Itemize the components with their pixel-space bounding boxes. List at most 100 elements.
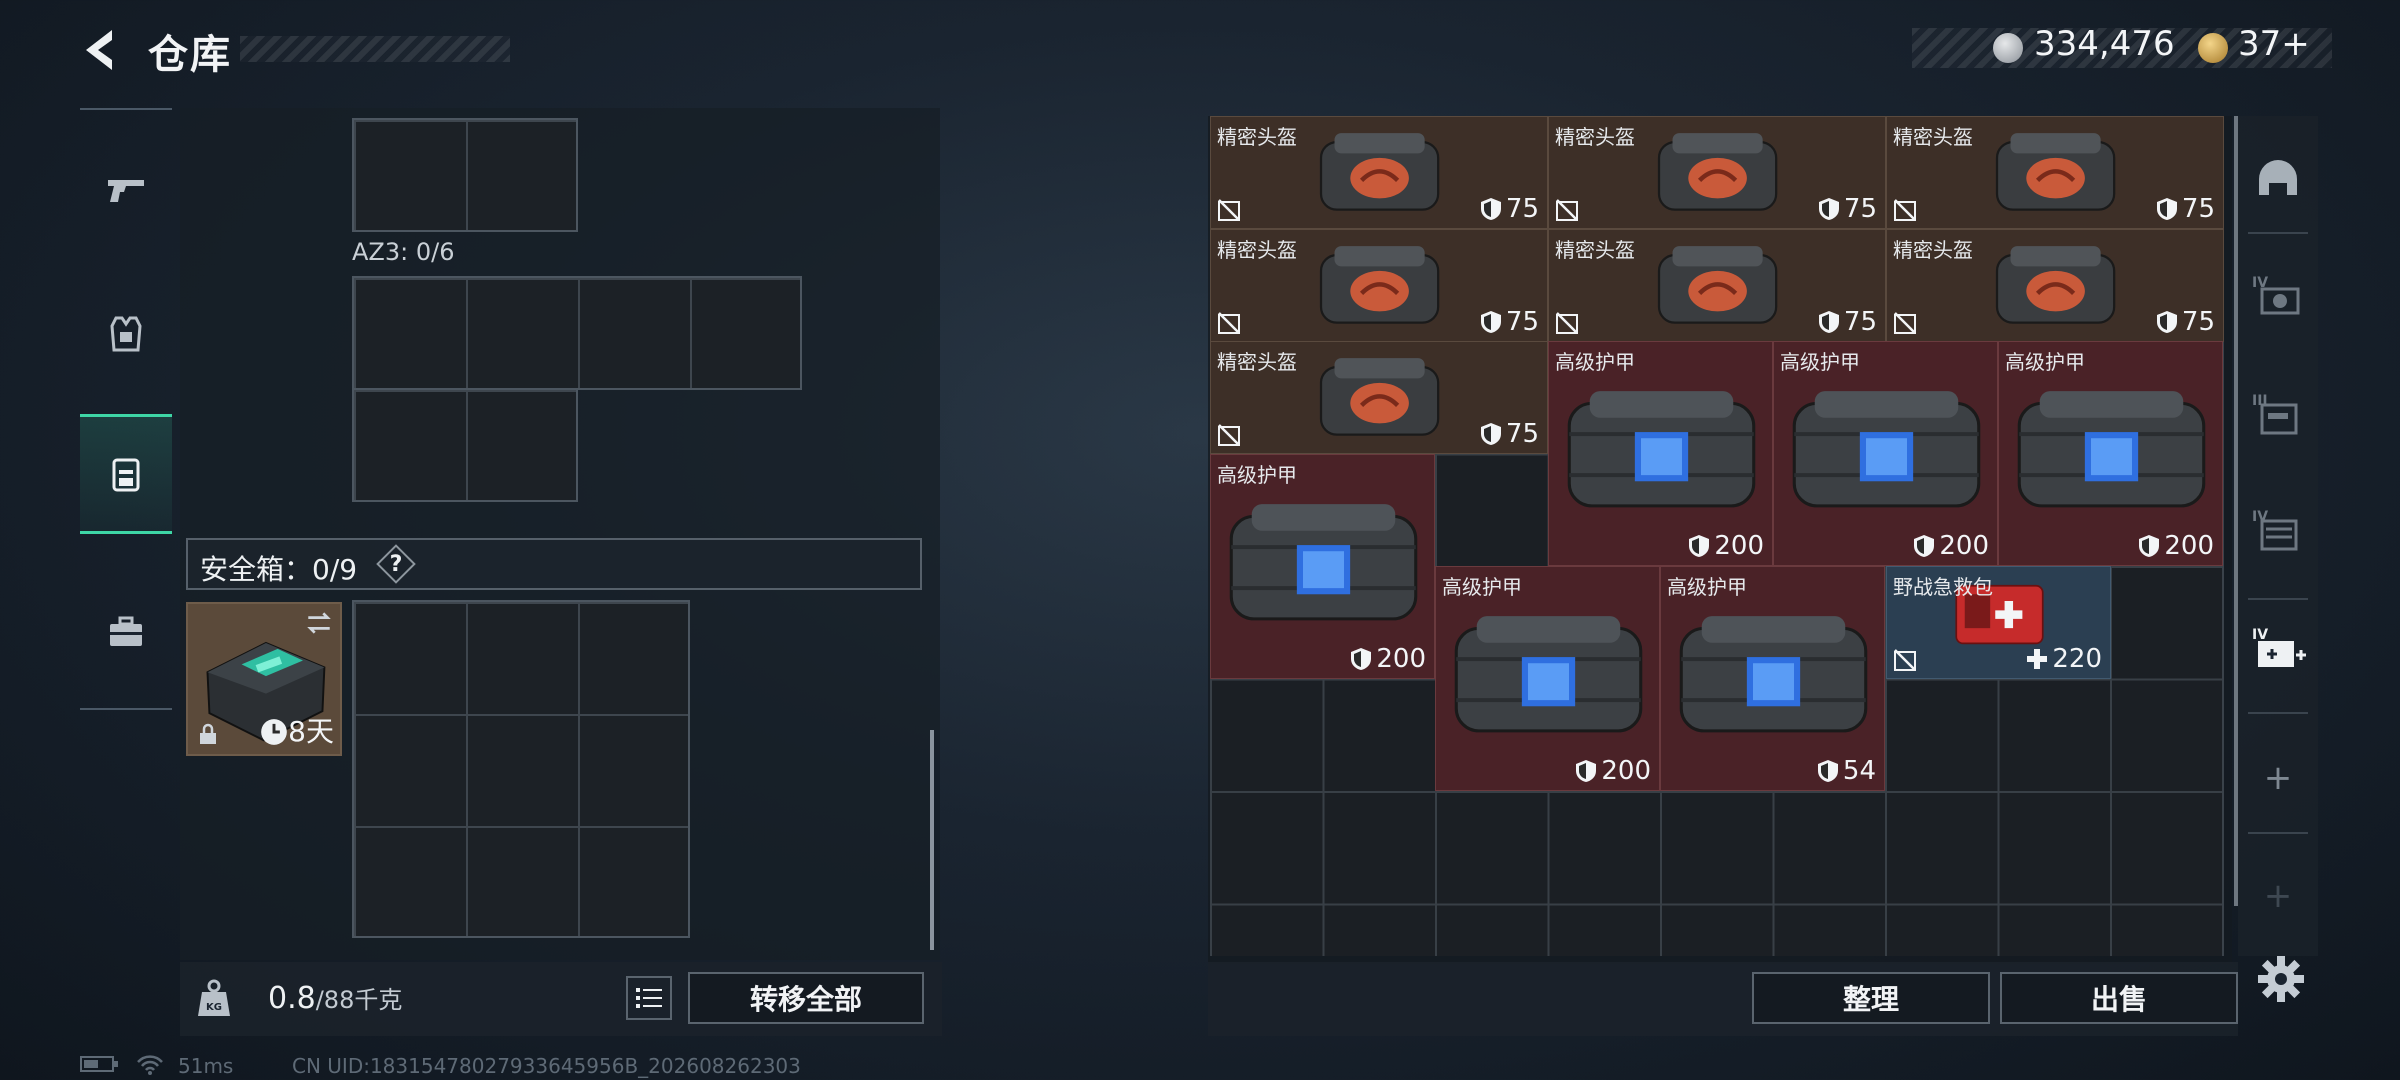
- safe-box-label: 安全箱：0/9: [200, 553, 358, 586]
- ping-readout: 51ms: [178, 1054, 234, 1078]
- item-name: 精密头盔: [1555, 125, 1635, 149]
- item-name: 精密头盔: [1217, 238, 1297, 262]
- case-tier-icon: IV: [2252, 509, 2298, 551]
- shield-icon: [1480, 423, 1501, 445]
- armor-item[interactable]: 高级护甲 200: [1773, 341, 1998, 566]
- helmet-image: [1658, 133, 1778, 211]
- shield-icon: [1480, 198, 1501, 220]
- rail-tier-iv-medkit[interactable]: IV: [2248, 620, 2308, 680]
- item-value: 75: [1843, 194, 1877, 224]
- back-button[interactable]: [78, 26, 126, 74]
- helmet-item[interactable]: 精密头盔 75: [1210, 229, 1548, 342]
- medkit-item[interactable]: 野战急救包 220: [1886, 566, 2111, 679]
- rail-tier-label: III: [2252, 393, 2268, 409]
- swap-icon[interactable]: [304, 608, 334, 638]
- shield-icon: [1576, 760, 1597, 782]
- helmet-item[interactable]: 精密头盔 75: [1548, 116, 1886, 229]
- item-durability: 220: [2026, 644, 2102, 674]
- list-view-button[interactable]: [626, 976, 672, 1020]
- item-durability: 54: [1817, 756, 1876, 786]
- no-insure-icon: [1218, 424, 1240, 446]
- helmet-item[interactable]: 精密头盔 75: [1548, 229, 1886, 342]
- rail-tier-iv-case[interactable]: IV: [2248, 500, 2308, 560]
- item-durability: 200: [1350, 644, 1426, 674]
- rail-tier-iii-vest[interactable]: III: [2248, 384, 2308, 444]
- helmet-image: [1320, 358, 1440, 436]
- armor-item[interactable]: 高级护甲 200: [1998, 341, 2223, 566]
- no-insure-icon: [1894, 312, 1916, 334]
- helmet-image: [1658, 246, 1778, 324]
- transfer-all-button[interactable]: 转移全部: [688, 972, 924, 1024]
- no-insure-icon: [1218, 199, 1240, 221]
- item-name: 精密头盔: [1893, 238, 1973, 262]
- safe-box-help-button[interactable]: ?: [378, 546, 414, 582]
- item-name: 高级护甲: [1442, 575, 1522, 599]
- helmet-image: [1996, 246, 2116, 324]
- item-durability: 75: [1480, 194, 1539, 224]
- silver-amount: 334,476: [2034, 24, 2175, 64]
- sidebar-tab-backpack[interactable]: [80, 414, 172, 534]
- no-insure-icon: [1218, 312, 1240, 334]
- rail-add-button[interactable]: +: [2248, 748, 2308, 808]
- item-durability: 75: [1818, 307, 1877, 337]
- silver-coin-icon: [1993, 33, 2023, 63]
- sidebar-tab-case[interactable]: [80, 572, 172, 692]
- armor-image: [2017, 391, 2206, 508]
- helmet-item[interactable]: 精密头盔 75: [1210, 116, 1548, 229]
- armor-item[interactable]: 高级护甲 200: [1435, 566, 1660, 791]
- safe-box-grid[interactable]: [352, 600, 690, 938]
- helmet-item[interactable]: 精密头盔 75: [1210, 341, 1548, 454]
- az3-grid-row2[interactable]: [352, 388, 578, 502]
- item-value: 200: [1939, 531, 1989, 561]
- backpack-icon: [112, 458, 140, 492]
- item-durability: 200: [1688, 531, 1764, 561]
- item-durability: 200: [1575, 756, 1651, 786]
- az3-label: AZ3: 0/6: [352, 238, 455, 266]
- settings-button[interactable]: [2254, 952, 2308, 1006]
- item-durability: 75: [2156, 194, 2215, 224]
- item-name: 高级护甲: [1555, 350, 1635, 374]
- helmet-icon: [2259, 160, 2297, 195]
- container-grid-top[interactable]: [352, 118, 578, 232]
- safe-item-timer: 8天: [288, 715, 334, 748]
- item-value: 75: [1505, 307, 1539, 337]
- shield-icon: [1689, 535, 1710, 557]
- weight-current: 0.8: [268, 981, 316, 1016]
- sell-button[interactable]: 出售: [2000, 972, 2238, 1024]
- item-durability: 75: [1480, 419, 1539, 449]
- rail-tier-label: IV: [2252, 275, 2268, 291]
- helmet-image: [1320, 246, 1440, 324]
- vest-icon: [110, 316, 142, 352]
- sidebar-tab-weapons[interactable]: [80, 130, 172, 250]
- az3-grid-row1[interactable]: [352, 276, 802, 390]
- shield-icon: [1351, 648, 1372, 670]
- sidebar-tab-armor[interactable]: [80, 274, 172, 394]
- rail-tier-iv-scope[interactable]: IV: [2248, 266, 2308, 326]
- rail-divider: [2248, 832, 2308, 834]
- item-value: 75: [1505, 194, 1539, 224]
- shield-icon: [1817, 760, 1838, 782]
- item-name: 野战急救包: [1893, 575, 1993, 599]
- helmet-item[interactable]: 精密头盔 75: [1886, 116, 2224, 229]
- gold-amount[interactable]: 37+: [2238, 24, 2310, 64]
- safe-box-item[interactable]: 8天: [186, 602, 342, 756]
- shield-icon: [2156, 198, 2177, 220]
- item-durability: 75: [1480, 307, 1539, 337]
- gear-icon: [2258, 956, 2304, 1002]
- sort-button[interactable]: 整理: [1752, 972, 1990, 1024]
- left-scrollbar[interactable]: [930, 730, 934, 950]
- shield-icon: [1818, 198, 1839, 220]
- item-name: 高级护甲: [1217, 463, 1297, 487]
- armor-item[interactable]: 高级护甲 54: [1660, 566, 1885, 791]
- armor-item[interactable]: 高级护甲 200: [1210, 454, 1435, 679]
- helmet-item[interactable]: 精密头盔 75: [1886, 229, 2224, 342]
- item-value: 220: [2052, 644, 2102, 674]
- rail-helmet-filter[interactable]: [2248, 150, 2308, 210]
- item-value: 75: [2181, 307, 2215, 337]
- battery-icon: [80, 1054, 120, 1079]
- rail-add-button-disabled[interactable]: +: [2248, 866, 2308, 926]
- lock-icon: [200, 723, 216, 744]
- armor-item[interactable]: 高级护甲 200: [1548, 341, 1773, 566]
- armor-image: [1792, 391, 1981, 508]
- shield-icon: [1914, 535, 1935, 557]
